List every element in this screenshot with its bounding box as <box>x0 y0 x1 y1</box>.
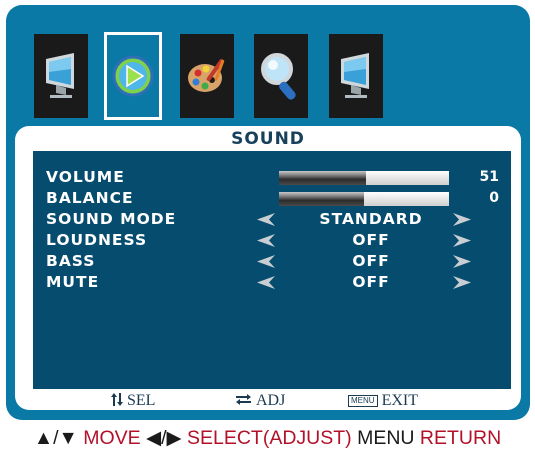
tab-setup[interactable] <box>180 34 234 118</box>
legend-move: MOVE <box>83 427 141 449</box>
arrow-left-icon[interactable] <box>257 276 275 289</box>
arrow-left-icon[interactable] <box>257 234 275 247</box>
row-label: BALANCE <box>46 189 134 207</box>
magnifier-icon <box>261 53 296 100</box>
tab-picture[interactable] <box>34 34 88 118</box>
legend-menu: MENU <box>357 427 415 449</box>
hint-exit-label: EXIT <box>381 392 418 409</box>
menu-key-icon: MENU <box>348 395 378 407</box>
row-label: LOUDNESS <box>46 231 148 249</box>
tab-sound[interactable] <box>104 32 162 120</box>
menu-row-mute[interactable]: MUTE OFF <box>33 272 511 293</box>
arrow-right-icon[interactable] <box>453 255 471 268</box>
tab-display[interactable] <box>329 34 383 118</box>
monitor-icon <box>341 53 369 98</box>
remote-legend: ▲/▼ MOVE ◀/▶ SELECT(ADJUST) MENU RETURN <box>0 426 535 450</box>
play-icon <box>112 55 154 97</box>
menu-row-bass[interactable]: BASS OFF <box>33 251 511 272</box>
menu-row-balance[interactable]: BALANCE 0 <box>33 188 511 209</box>
monitor-icon <box>46 53 74 98</box>
hint-adj: ADJ <box>236 392 285 410</box>
volume-slider[interactable] <box>279 171 449 185</box>
tab-search[interactable] <box>254 34 308 118</box>
hint-sel-label: SEL <box>127 392 156 409</box>
key-hints: SEL ADJ MENU EXIT <box>33 390 511 410</box>
panel-title: SOUND <box>231 129 305 149</box>
arrow-right-icon[interactable] <box>453 234 471 247</box>
volume-value: 51 <box>479 169 499 185</box>
row-label: BASS <box>46 252 96 270</box>
menu-row-loudness[interactable]: LOUDNESS OFF <box>33 230 511 251</box>
balance-slider-fill <box>279 192 364 206</box>
mute-value: OFF <box>352 273 390 291</box>
balance-value: 0 <box>489 190 499 206</box>
sound-mode-value: STANDARD <box>319 210 423 228</box>
balance-slider[interactable] <box>279 192 449 206</box>
legend-up-down: ▲/▼ <box>33 427 78 449</box>
menu-tabs <box>6 5 530 125</box>
menu-row-sound-mode[interactable]: SOUND MODE STANDARD <box>33 209 511 230</box>
sound-panel: SOUND VOLUME 51 BALANCE 0 SOUND MODE STA… <box>15 126 521 410</box>
hint-adj-label: ADJ <box>256 392 286 409</box>
hint-exit: MENU EXIT <box>348 392 418 410</box>
arrow-right-icon[interactable] <box>453 276 471 289</box>
palette-icon <box>188 58 225 92</box>
row-label: VOLUME <box>46 168 125 186</box>
legend-left-right: ◀/▶ <box>146 427 182 449</box>
legend-select: SELECT(ADJUST) <box>186 427 352 449</box>
legend-return: RETURN <box>419 427 502 449</box>
arrow-left-icon[interactable] <box>257 213 275 226</box>
left-right-arrows-icon <box>236 394 251 405</box>
osd-menu: SOUND VOLUME 51 BALANCE 0 SOUND MODE STA… <box>6 5 530 420</box>
row-label: MUTE <box>46 273 100 291</box>
arrow-right-icon[interactable] <box>453 213 471 226</box>
hint-sel: SEL <box>111 392 155 410</box>
up-down-arrows-icon <box>111 393 123 406</box>
bass-value: OFF <box>352 252 390 270</box>
menu-row-volume[interactable]: VOLUME 51 <box>33 167 511 188</box>
sound-settings-list: VOLUME 51 BALANCE 0 SOUND MODE STANDARD <box>33 151 511 389</box>
arrow-left-icon[interactable] <box>257 255 275 268</box>
volume-slider-fill <box>279 171 366 185</box>
row-label: SOUND MODE <box>46 210 177 228</box>
loudness-value: OFF <box>352 231 390 249</box>
